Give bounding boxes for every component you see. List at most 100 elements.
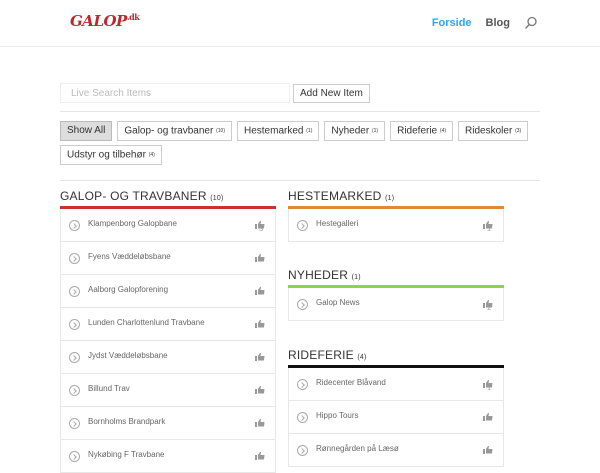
filter-label: Rideferie — [397, 125, 438, 137]
filter-count: (4) — [148, 152, 155, 158]
item-name: Ridecenter Blåvand — [316, 378, 386, 387]
vote-count: 3 — [259, 226, 263, 233]
chevron-right-icon — [297, 412, 308, 423]
divider — [60, 111, 540, 112]
filter-label: Rideskoler — [465, 125, 513, 137]
thumbs-up-icon[interactable] — [255, 348, 265, 361]
nav-blog[interactable]: Blog — [486, 17, 510, 29]
category-title: GALOP- OG TRAVBANER (10) — [60, 189, 276, 206]
logo-text: GALOP — [70, 12, 127, 30]
category-title: NYHEDER (1) — [288, 268, 504, 285]
thumbs-up-icon[interactable] — [483, 216, 493, 229]
chevron-right-icon — [69, 352, 80, 363]
list-item[interactable]: Hestegalleri 1 — [288, 209, 504, 242]
item-name: Rønnegården på Læsø — [316, 444, 399, 453]
site-logo[interactable]: GALOP.dk — [70, 12, 140, 30]
thumbs-up-icon[interactable] — [483, 441, 493, 454]
chevron-right-icon — [297, 299, 308, 310]
filter-label: Show All — [67, 125, 106, 136]
list-item[interactable]: Klampenborg Galopbane 3 — [60, 209, 276, 242]
category-count: (1) — [385, 195, 395, 202]
thumbs-up-icon[interactable] — [483, 295, 493, 308]
filter-count: (3) — [515, 128, 522, 134]
search-icon[interactable] — [524, 16, 538, 30]
list-item[interactable]: Fyens Væddeløbsbane — [60, 242, 276, 275]
category-name: HESTEMARKED — [288, 189, 382, 203]
category-count: (1) — [351, 274, 361, 281]
thumbs-up-icon[interactable] — [255, 414, 265, 427]
filter-button[interactable]: Nyheder (1) — [324, 121, 386, 141]
list-item[interactable]: Hippo Tours — [288, 401, 504, 434]
add-new-item-button[interactable]: Add New Item — [293, 84, 370, 103]
chevron-right-icon — [69, 220, 80, 231]
thumbs-up-icon[interactable] — [255, 249, 265, 262]
filter-button[interactable]: Hestemarked (1) — [237, 121, 320, 141]
divider — [60, 180, 540, 181]
chevron-right-icon — [297, 379, 308, 390]
category-section: NYHEDER (1) Galop News 2 — [288, 268, 504, 321]
filter-buttons: Show All Galop- og travbaner (10) Hestemar… — [60, 121, 540, 169]
category-name: GALOP- OG TRAVBANER — [60, 189, 207, 203]
thumbs-up-icon[interactable] — [255, 282, 265, 295]
chevron-right-icon — [69, 385, 80, 396]
item-name: Aalborg Galopforening — [88, 285, 169, 294]
thumbs-up-icon[interactable] — [255, 216, 265, 229]
list-item[interactable]: Ridecenter Blåvand 1 — [288, 368, 504, 401]
category-section: RIDEFERIE (4) Ridecenter Blåvand 1 Hippo To… — [288, 348, 504, 467]
main-nav: Forside Blog — [432, 0, 600, 46]
item-name: Hippo Tours — [316, 411, 359, 420]
filter-button[interactable]: Galop- og travbaner (10) — [117, 121, 232, 141]
item-name: Billund Trav — [88, 384, 130, 393]
nav-forside[interactable]: Forside — [432, 17, 472, 29]
list-item[interactable]: Galop News 2 — [288, 288, 504, 321]
category-name: RIDEFERIE — [288, 348, 354, 362]
thumbs-up-icon[interactable] — [483, 375, 493, 388]
list-item[interactable]: Rønnegården på Læsø — [288, 434, 504, 467]
filter-label: Udstyr og tilbehør — [67, 149, 146, 161]
item-name: Klampenborg Galopbane — [88, 219, 177, 228]
chevron-right-icon — [69, 451, 80, 462]
category-name: NYHEDER — [288, 268, 349, 282]
chevron-right-icon — [69, 319, 80, 330]
chevron-right-icon — [69, 253, 80, 264]
list-item[interactable]: Nykøbing F Travbane — [60, 440, 276, 473]
logo-suffix: .dk — [126, 12, 140, 22]
filter-label: Hestemarked — [244, 125, 304, 137]
item-name: Nykøbing F Travbane — [88, 450, 165, 459]
item-name: Jydst Væddeløbsbane — [88, 351, 168, 360]
filter-count: (10) — [216, 128, 225, 134]
thumbs-up-icon[interactable] — [255, 315, 265, 328]
filter-button[interactable]: Rideferie (4) — [390, 121, 454, 141]
list-item[interactable]: Billund Trav — [60, 374, 276, 407]
thumbs-up-icon[interactable] — [255, 381, 265, 394]
filter-button[interactable]: Udstyr og tilbehør (4) — [60, 145, 162, 165]
filter-count: (4) — [439, 128, 447, 134]
category-section: GALOP- OG TRAVBANER (10) Klampenborg Galo… — [60, 189, 276, 473]
filter-button[interactable]: Rideskoler (3) — [458, 121, 529, 141]
filter-button[interactable]: Show All — [60, 121, 113, 141]
chevron-right-icon — [297, 220, 308, 231]
item-name: Lunden Charlottenlund Travbane — [88, 318, 205, 327]
live-search-input[interactable] — [60, 83, 290, 103]
filter-count: (1) — [371, 128, 379, 134]
list-item[interactable]: Aalborg Galopforening — [60, 275, 276, 308]
list-item[interactable]: Jydst Væddeløbsbane — [60, 341, 276, 374]
chevron-right-icon — [69, 286, 80, 297]
list-item[interactable]: Bornholms Brandpark — [60, 407, 276, 440]
item-name: Bornholms Brandpark — [88, 417, 166, 426]
thumbs-up-icon[interactable] — [255, 447, 265, 460]
item-name: Fyens Væddeløbsbane — [88, 252, 171, 261]
filter-label: Galop- og travbaner — [124, 125, 214, 137]
list-item[interactable]: Lunden Charlottenlund Travbane — [60, 308, 276, 341]
vote-count: 1 — [487, 385, 491, 392]
item-name: Hestegalleri — [316, 219, 359, 228]
item-name: Galop News — [316, 298, 360, 307]
thumbs-up-icon[interactable] — [483, 408, 493, 421]
category-title: RIDEFERIE (4) — [288, 348, 504, 365]
category-section: HESTEMARKED (1) Hestegalleri 1 — [288, 189, 504, 242]
chevron-right-icon — [297, 445, 308, 456]
category-count: (10) — [210, 195, 224, 202]
filter-label: Nyheder — [331, 125, 370, 137]
vote-count: 1 — [487, 226, 491, 233]
filter-count: (1) — [306, 128, 313, 134]
